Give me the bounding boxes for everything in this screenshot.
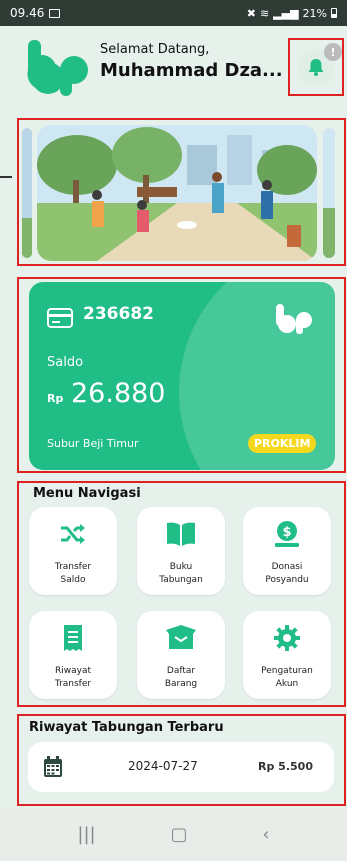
gear-icon [274, 625, 300, 651]
menu-label: Tabungan [159, 575, 203, 585]
menu-label: Barang [164, 679, 198, 689]
system-nav-bar: ||| ▢ ‹ [0, 808, 347, 861]
battery-percent: 21% [302, 6, 327, 20]
menu-transfer-saldo[interactable]: Transfer Saldo [29, 507, 117, 595]
header: Selamat Datang, Muhammad Dza... ! [0, 26, 347, 108]
menu-label: Donasi [271, 562, 303, 572]
menu-pengaturan-akun[interactable]: Pengaturan Akun [243, 611, 331, 699]
mute-icon: ✖ [246, 6, 256, 20]
menu-riwayat-transfer[interactable]: Riwayat Transfer [29, 611, 117, 699]
menu-section: Menu Navigasi Transfer Saldo Buku Tabungan… [17, 481, 346, 707]
status-time: 09.46 [10, 6, 45, 20]
menu-label: Riwayat [54, 666, 91, 676]
banner-section [17, 118, 346, 266]
signal-icon: ▂▄▆ [273, 6, 299, 20]
svg-text:$: $ [282, 525, 291, 540]
card-logo-icon [276, 304, 312, 334]
menu-label: Posyandu [265, 575, 309, 585]
balance-amount: 26.880 [71, 378, 166, 409]
banner-image[interactable] [37, 125, 317, 261]
saldo-label: Saldo [47, 355, 84, 370]
account-id: 236682 [83, 304, 154, 324]
receipt-icon [64, 625, 82, 651]
menu-donasi-posyandu[interactable]: $ Donasi Posyandu [243, 507, 331, 595]
menu-label: Transfer [54, 679, 92, 689]
back-button[interactable]: ‹ [262, 824, 269, 845]
home-button[interactable]: ▢ [170, 824, 187, 845]
pointer-line [0, 176, 12, 178]
currency-label: Rp [47, 392, 64, 405]
balance-card[interactable]: 236682 Saldo Rp 26.880 Subur Beji Timur … [29, 282, 335, 470]
shuffle-icon [61, 524, 85, 544]
history-title: Riwayat Tabungan Terbaru [29, 720, 224, 735]
history-amount: Rp 5.500 [258, 760, 313, 773]
donate-icon: $ [275, 521, 299, 547]
recents-button[interactable]: ||| [77, 824, 95, 845]
calendar-icon [44, 756, 62, 777]
banner-prev[interactable] [22, 128, 32, 258]
history-item[interactable]: 2024-07-27 Rp 5.500 [28, 742, 334, 792]
menu-title: Menu Navigasi [33, 486, 141, 501]
location-label: Subur Beji Timur [47, 437, 139, 450]
app-logo [27, 40, 88, 96]
battery-icon [331, 8, 337, 18]
menu-label: Daftar [166, 666, 196, 676]
menu-label: Akun [275, 679, 299, 689]
box-icon [166, 625, 196, 649]
menu-label: Buku [169, 562, 193, 572]
menu-label: Pengaturan [261, 666, 313, 676]
greeting-text: Selamat Datang, [100, 42, 210, 57]
wifi-icon: ≋ [259, 6, 270, 20]
menu-label: Saldo [60, 575, 86, 585]
menu-label: Transfer [54, 562, 92, 572]
credit-card-icon [47, 308, 73, 328]
book-icon [167, 522, 195, 546]
status-bar: 09.46 ✖ ≋ ▂▄▆ 21% [0, 0, 347, 26]
menu-buku-tabungan[interactable]: Buku Tabungan [137, 507, 225, 595]
notification-badge: ! [324, 43, 342, 61]
proklim-badge: PROKLIM [248, 434, 317, 453]
gallery-icon [49, 8, 61, 18]
user-name: Muhammad Dza... [100, 60, 283, 81]
balance-section: 236682 Saldo Rp 26.880 Subur Beji Timur … [17, 277, 346, 473]
banner-next[interactable] [323, 128, 335, 258]
history-date: 2024-07-27 [128, 759, 198, 773]
menu-daftar-barang[interactable]: Daftar Barang [137, 611, 225, 699]
notification-button[interactable]: ! [288, 38, 344, 96]
bell-icon [308, 59, 324, 76]
history-section: Riwayat Tabungan Terbaru 2024-07-27 Rp 5… [17, 714, 346, 806]
